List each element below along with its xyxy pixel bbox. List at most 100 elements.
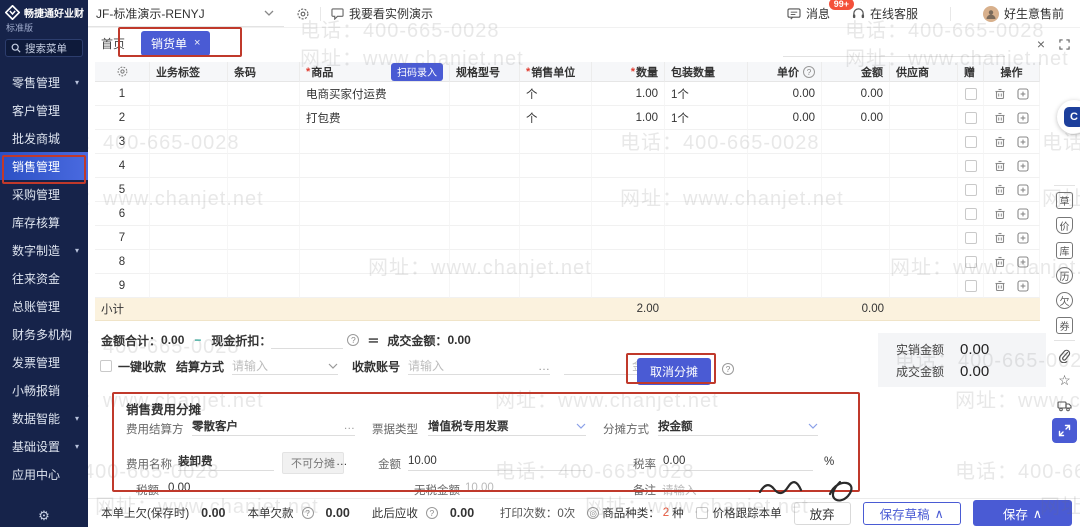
- row-1-barcode-cell[interactable]: [228, 82, 300, 106]
- row-4-tag-cell[interactable]: [150, 154, 228, 178]
- fee-amount-input[interactable]: 10.00: [408, 452, 586, 471]
- sidebar-item-13[interactable]: 数据智能▾: [0, 404, 88, 432]
- row-2-gift-checkbox[interactable]: [965, 112, 977, 124]
- insert-row-icon[interactable]: [1017, 208, 1029, 220]
- row-6-amount-cell[interactable]: [822, 202, 890, 226]
- insert-row-icon[interactable]: [1017, 256, 1029, 268]
- draft-icon[interactable]: 草: [1052, 188, 1077, 213]
- row-9-price-cell[interactable]: [748, 274, 822, 298]
- row-2-tag-cell[interactable]: [150, 106, 228, 130]
- row-9-unit-cell[interactable]: [520, 274, 592, 298]
- fee-payer-field[interactable]: 零散客户 …: [192, 417, 355, 436]
- sidebar-item-15[interactable]: 应用中心: [0, 460, 88, 488]
- sidebar-item-2[interactable]: 客户管理: [0, 96, 88, 124]
- row-9-pack-cell[interactable]: [665, 274, 748, 298]
- row-7-pack-cell[interactable]: [665, 226, 748, 250]
- receipt-account-input[interactable]: 请输入 …: [408, 357, 550, 375]
- row-2-price-cell[interactable]: 0.00: [748, 106, 822, 130]
- row-3-spec-cell[interactable]: [450, 130, 520, 154]
- row-6-spec-cell[interactable]: [450, 202, 520, 226]
- row-2-product-cell[interactable]: 打包费: [300, 106, 450, 130]
- share-mode-select[interactable]: 按金额: [658, 417, 818, 436]
- col-header-product[interactable]: *商品扫码录入: [300, 62, 450, 82]
- delete-row-icon[interactable]: [994, 136, 1006, 148]
- row-2-barcode-cell[interactable]: [228, 106, 300, 130]
- picker-ellipsis-icon[interactable]: …: [336, 456, 348, 468]
- row-8-amount-cell[interactable]: [822, 250, 890, 274]
- debt-icon[interactable]: 欠: [1052, 288, 1077, 313]
- sidebar-item-7[interactable]: 数字制造▾: [0, 236, 88, 264]
- row-5-product-cell[interactable]: [300, 178, 450, 202]
- row-5-amount-cell[interactable]: [822, 178, 890, 202]
- insert-row-icon[interactable]: [1017, 280, 1029, 292]
- row-9-supplier-cell[interactable]: [890, 274, 958, 298]
- help-icon[interactable]: ?: [803, 66, 815, 78]
- save-draft-button[interactable]: 保存草稿∧: [863, 502, 961, 525]
- row-8-product-cell[interactable]: [300, 250, 450, 274]
- insert-row-icon[interactable]: [1017, 232, 1029, 244]
- bill-type-select[interactable]: 增值税专用发票: [428, 417, 586, 436]
- row-9-amount-cell[interactable]: [822, 274, 890, 298]
- row-7-unit-cell[interactable]: [520, 226, 592, 250]
- history-icon[interactable]: 历: [1052, 263, 1077, 288]
- logistics-icon[interactable]: [1052, 393, 1077, 418]
- row-1-spec-cell[interactable]: [450, 82, 520, 106]
- remark-input[interactable]: 请输入: [662, 482, 697, 498]
- delete-row-icon[interactable]: [994, 160, 1006, 172]
- row-3-pack-cell[interactable]: [665, 130, 748, 154]
- column-settings-gear-icon[interactable]: [95, 62, 150, 82]
- company-selector[interactable]: JF-标准演示-RENYJ: [88, 0, 284, 27]
- row-4-barcode-cell[interactable]: [228, 154, 300, 178]
- demo-link[interactable]: 我要看实例演示: [331, 5, 433, 22]
- row-6-tag-cell[interactable]: [150, 202, 228, 226]
- row-7-gift-checkbox[interactable]: [965, 232, 977, 244]
- row-7-spec-cell[interactable]: [450, 226, 520, 250]
- row-9-gift-checkbox[interactable]: [965, 280, 977, 292]
- row-1-pack-cell[interactable]: 1个: [665, 82, 748, 106]
- coupon-icon[interactable]: 券: [1052, 313, 1077, 338]
- stock-icon[interactable]: 库: [1052, 238, 1077, 263]
- picker-ellipsis-icon[interactable]: …: [344, 420, 356, 432]
- messages-button[interactable]: 消息 99+: [787, 5, 830, 22]
- fullscreen-icon[interactable]: [1059, 39, 1070, 50]
- col-header-spec[interactable]: 规格型号: [450, 62, 520, 82]
- row-7-supplier-cell[interactable]: [890, 226, 958, 250]
- delete-row-icon[interactable]: [994, 112, 1006, 124]
- save-button[interactable]: 保存∧: [973, 500, 1072, 526]
- row-9-tag-cell[interactable]: [150, 274, 228, 298]
- row-3-supplier-cell[interactable]: [890, 130, 958, 154]
- after-recv-help-icon[interactable]: ?: [426, 507, 438, 519]
- row-5-gift-checkbox[interactable]: [965, 184, 977, 196]
- attachment-icon[interactable]: [1052, 343, 1077, 368]
- row-3-tag-cell[interactable]: [150, 130, 228, 154]
- row-7-amount-cell[interactable]: [822, 226, 890, 250]
- cash-discount-help-icon[interactable]: ?: [347, 334, 359, 346]
- sidebar-gear-icon[interactable]: ⚙: [0, 508, 88, 524]
- price-track-checkbox[interactable]: [696, 507, 708, 519]
- row-5-supplier-cell[interactable]: [890, 178, 958, 202]
- row-5-tag-cell[interactable]: [150, 178, 228, 202]
- insert-row-icon[interactable]: [1017, 160, 1029, 172]
- insert-row-icon[interactable]: [1017, 88, 1029, 100]
- row-4-amount-cell[interactable]: [822, 154, 890, 178]
- quick-receipt-checkbox[interactable]: [100, 360, 112, 372]
- delete-row-icon[interactable]: [994, 208, 1006, 220]
- row-8-qty-cell[interactable]: [592, 250, 665, 274]
- sidebar-item-8[interactable]: 往来资金: [0, 264, 88, 292]
- row-1-amount-cell[interactable]: 0.00: [822, 82, 890, 106]
- sidebar-item-1[interactable]: 零售管理▾: [0, 68, 88, 96]
- row-5-barcode-cell[interactable]: [228, 178, 300, 202]
- no-allocation-button[interactable]: 不可分摊: [282, 452, 344, 474]
- row-3-unit-cell[interactable]: [520, 130, 592, 154]
- row-8-price-cell[interactable]: [748, 250, 822, 274]
- row-9-spec-cell[interactable]: [450, 274, 520, 298]
- row-5-pack-cell[interactable]: [665, 178, 748, 202]
- sidebar-item-14[interactable]: 基础设置▾: [0, 432, 88, 460]
- delete-row-icon[interactable]: [994, 280, 1006, 292]
- tax-rate-input[interactable]: 0.00: [663, 452, 813, 471]
- row-2-amount-cell[interactable]: 0.00: [822, 106, 890, 130]
- row-5-qty-cell[interactable]: [592, 178, 665, 202]
- insert-row-icon[interactable]: [1017, 112, 1029, 124]
- row-3-gift-checkbox[interactable]: [965, 136, 977, 148]
- delete-row-icon[interactable]: [994, 184, 1006, 196]
